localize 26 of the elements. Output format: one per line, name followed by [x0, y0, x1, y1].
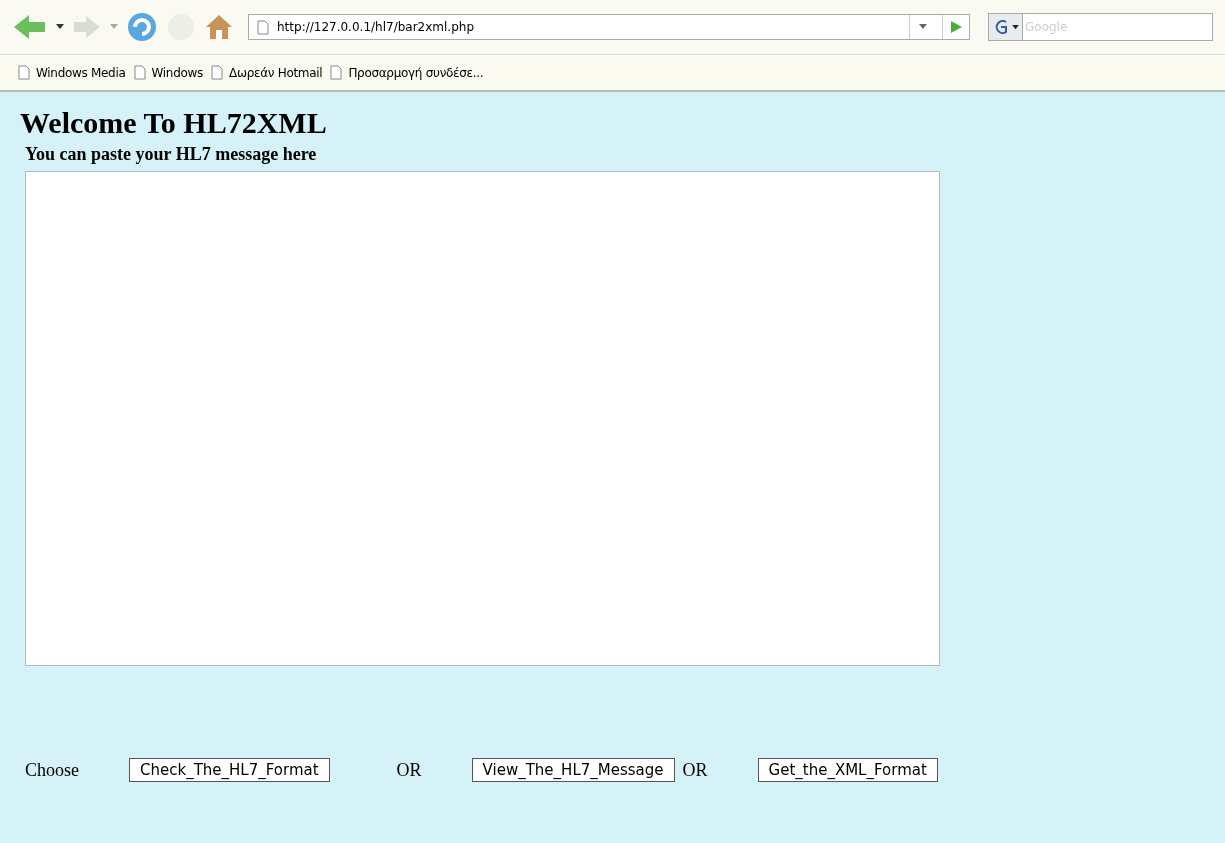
choice-label: OR — [396, 759, 422, 781]
bookmark-link[interactable]: Προσαρμογή συνδέσε... — [348, 65, 484, 80]
page-icon — [133, 65, 146, 80]
address-field[interactable]: http://127.0.0.1/hl7/bar2xml.php — [275, 19, 903, 35]
page-subtitle: You can paste your HL7 message here — [25, 144, 317, 165]
submit-button[interactable]: Get_the_XML_Format — [757, 758, 938, 782]
bookmark-link[interactable]: Δωρεάν Hotmail — [229, 65, 323, 80]
page-icon — [257, 19, 269, 35]
caret-icon[interactable] — [56, 24, 64, 30]
submit-button[interactable]: Check_The_HL7_Format — [129, 758, 330, 782]
back-arrow-icon[interactable] — [12, 12, 48, 42]
page-icon — [211, 65, 223, 80]
page-icon — [330, 65, 343, 80]
page-title: Welcome To HL72XML — [20, 106, 327, 140]
address-bar[interactable]: http://127.0.0.1/hl7/bar2xml.php — [248, 14, 970, 40]
message-input[interactable] — [25, 171, 940, 666]
page-icon — [18, 65, 30, 80]
bookmark-link[interactable]: Windows — [151, 65, 203, 80]
bookmark-link[interactable]: Windows Media — [36, 65, 126, 80]
submit-button[interactable]: View_The_HL7_Message — [471, 758, 675, 782]
choice-label: OR — [682, 759, 708, 781]
caret-icon[interactable] — [1012, 24, 1019, 30]
choice-label: Choose — [25, 759, 79, 781]
refresh-icon[interactable] — [126, 11, 158, 43]
go-icon[interactable] — [949, 20, 963, 34]
home-icon[interactable] — [204, 12, 234, 42]
